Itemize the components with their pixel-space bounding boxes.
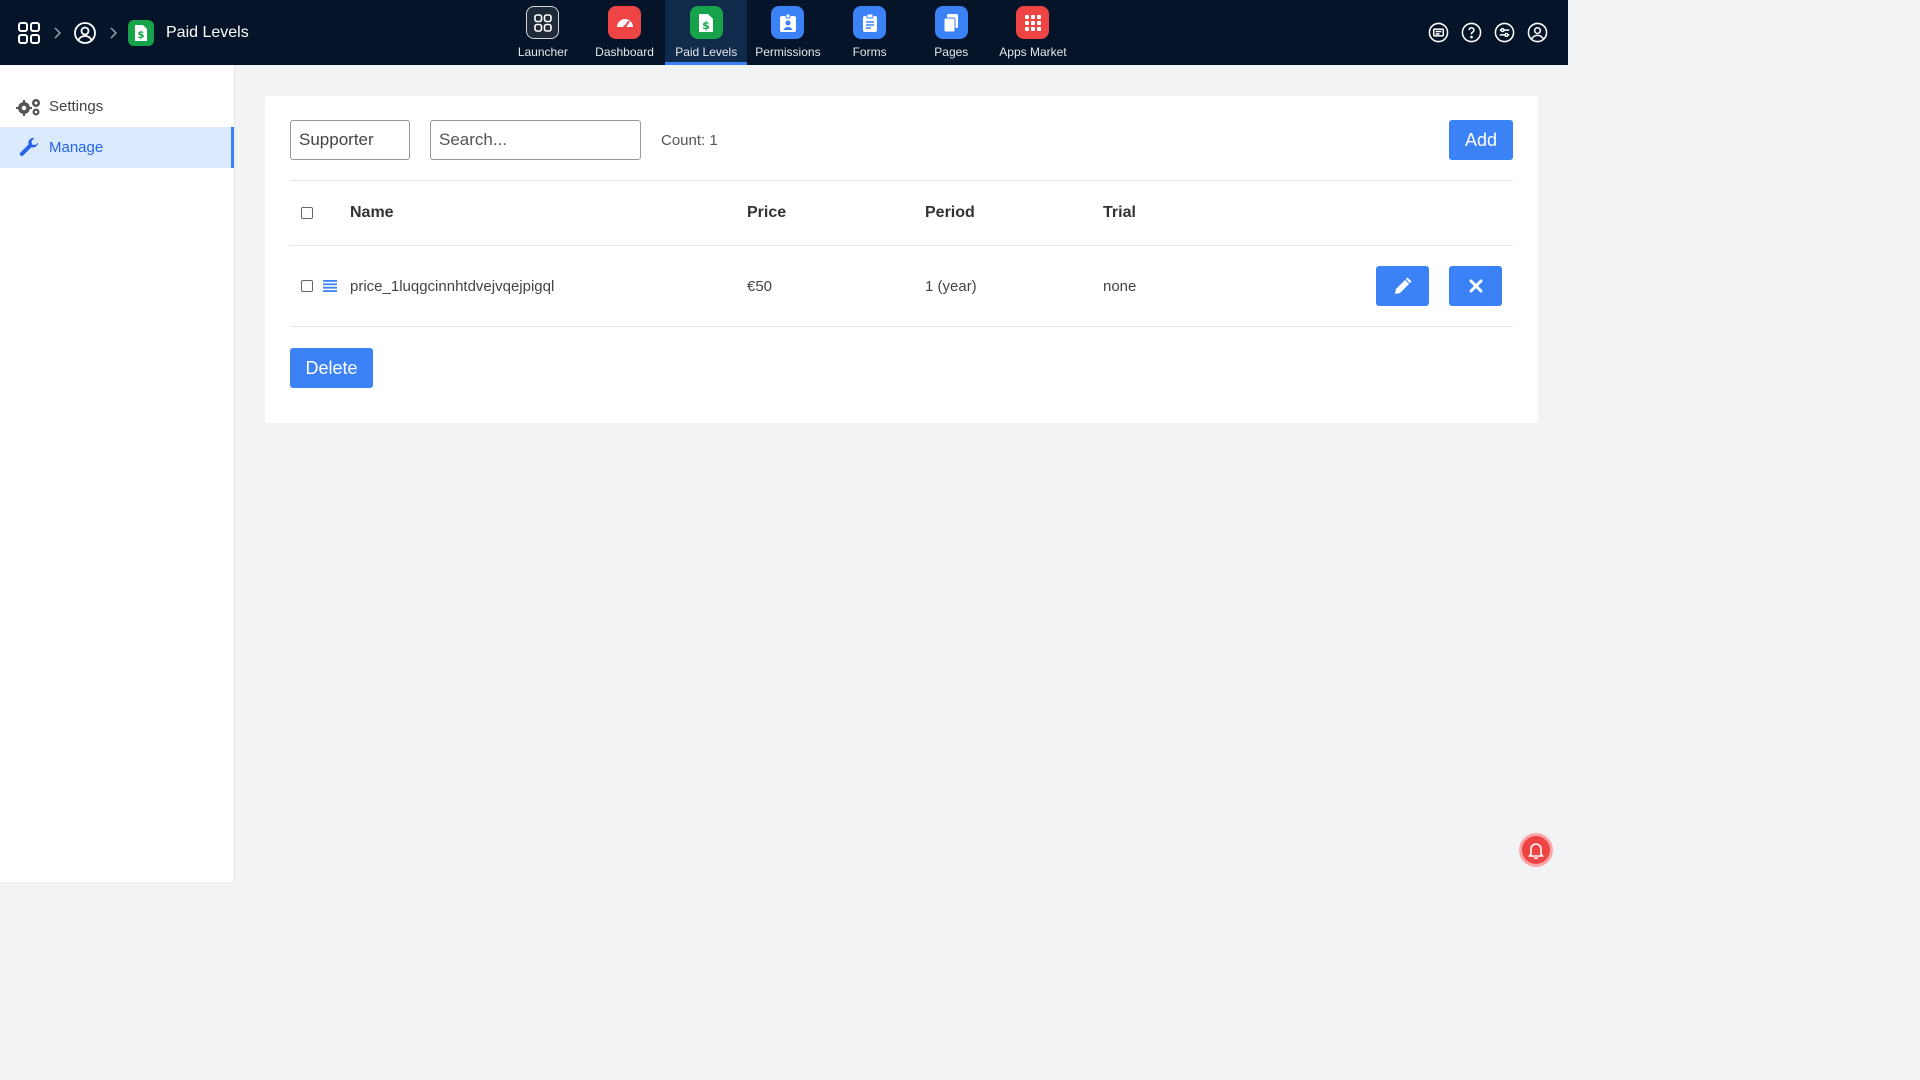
levels-table: Name Price Period Trial price_1luqgcinnh… bbox=[290, 180, 1513, 327]
column-header-period[interactable]: Period bbox=[925, 181, 975, 245]
gears-icon bbox=[16, 96, 42, 118]
breadcrumb: $ Paid Levels bbox=[16, 0, 249, 65]
add-button[interactable]: Add bbox=[1449, 120, 1513, 160]
paid-levels-panel: Count: 1 Add Name Price Period Trial pri… bbox=[265, 96, 1538, 423]
user-circle-icon[interactable] bbox=[72, 20, 98, 46]
row-checkbox[interactable] bbox=[301, 280, 313, 292]
table-row: price_1luqgcinnhtdvejvqejpigql €50 1 (ye… bbox=[290, 246, 1513, 327]
select-all-checkbox[interactable] bbox=[301, 207, 313, 219]
row-trial: none bbox=[1103, 277, 1137, 295]
launcher-grid-icon[interactable] bbox=[16, 20, 42, 46]
app-nav-permissions[interactable]: Permissions bbox=[747, 0, 829, 65]
apps-grid-icon bbox=[1016, 6, 1050, 39]
sliders-icon[interactable] bbox=[1493, 22, 1515, 44]
column-header-name[interactable]: Name bbox=[350, 181, 394, 245]
dollar-document-icon: $ bbox=[689, 6, 723, 39]
pencil-icon bbox=[1393, 276, 1413, 296]
app-nav-label: Launcher bbox=[517, 45, 568, 59]
app-title: Paid Levels bbox=[166, 23, 249, 41]
app-nav-label: Forms bbox=[852, 45, 887, 59]
app-nav-dashboard[interactable]: Dashboard bbox=[584, 0, 666, 65]
app-nav: Launcher Dashboard $ Paid Levels Permiss… bbox=[502, 0, 1074, 65]
wrench-icon bbox=[16, 137, 42, 159]
app-nav-apps-market[interactable]: Apps Market bbox=[992, 0, 1074, 65]
app-nav-label: Apps Market bbox=[999, 45, 1067, 59]
sidebar-item-manage[interactable]: Manage bbox=[0, 127, 234, 168]
top-right-nav bbox=[1427, 0, 1548, 65]
edit-row-button[interactable] bbox=[1376, 266, 1429, 306]
app-nav-label: Paid Levels bbox=[675, 45, 738, 59]
bell-icon bbox=[1522, 836, 1550, 864]
app-nav-launcher[interactable]: Launcher bbox=[502, 0, 584, 65]
app-nav-paid-levels[interactable]: $ Paid Levels bbox=[665, 0, 748, 65]
row-select-cell bbox=[301, 246, 313, 326]
pages-icon bbox=[934, 6, 968, 39]
row-price: €50 bbox=[747, 277, 773, 295]
grid-icon bbox=[526, 6, 560, 39]
select-all-cell bbox=[301, 181, 313, 245]
chevron-right-icon bbox=[42, 26, 72, 39]
drag-handle-icon[interactable] bbox=[323, 246, 337, 326]
app-nav-label: Dashboard bbox=[595, 45, 654, 59]
id-badge-icon bbox=[771, 6, 805, 39]
search-input[interactable] bbox=[430, 120, 641, 160]
table-header: Name Price Period Trial bbox=[290, 180, 1513, 246]
row-name: price_1luqgcinnhtdvejvqejpigql bbox=[350, 277, 555, 295]
delete-button[interactable]: Delete bbox=[290, 348, 373, 388]
svg-text:$: $ bbox=[138, 30, 145, 41]
delete-row-button[interactable] bbox=[1449, 266, 1502, 306]
column-header-trial[interactable]: Trial bbox=[1103, 181, 1136, 245]
user-account-icon[interactable] bbox=[1526, 22, 1548, 44]
count-text: Count: 1 bbox=[661, 132, 718, 149]
top-bar: $ Paid Levels Launcher Dashboard $ Paid … bbox=[0, 0, 1568, 65]
app-nav-label: Permissions bbox=[755, 45, 821, 59]
app-nav-pages[interactable]: Pages bbox=[910, 0, 992, 65]
speedometer-icon bbox=[608, 6, 642, 39]
dollar-document-icon[interactable]: $ bbox=[128, 19, 154, 46]
column-header-price[interactable]: Price bbox=[747, 181, 786, 245]
app-nav-forms[interactable]: Forms bbox=[829, 0, 911, 65]
sidebar: Settings Manage bbox=[0, 65, 235, 882]
close-icon bbox=[1468, 278, 1484, 294]
notification-button[interactable] bbox=[1519, 833, 1553, 867]
sidebar-item-label: Settings bbox=[49, 98, 104, 115]
chevron-right-icon bbox=[98, 26, 128, 39]
help-icon[interactable] bbox=[1460, 22, 1482, 44]
toolbar: Count: 1 Add bbox=[290, 120, 1513, 160]
sidebar-item-label: Manage bbox=[49, 139, 104, 156]
chat-icon[interactable] bbox=[1427, 22, 1449, 44]
sidebar-item-settings[interactable]: Settings bbox=[0, 86, 234, 127]
clipboard-icon bbox=[853, 6, 887, 39]
row-period: 1 (year) bbox=[925, 277, 977, 295]
svg-text:$: $ bbox=[702, 19, 710, 32]
app-nav-label: Pages bbox=[934, 45, 969, 59]
level-filter-input[interactable] bbox=[290, 120, 410, 160]
